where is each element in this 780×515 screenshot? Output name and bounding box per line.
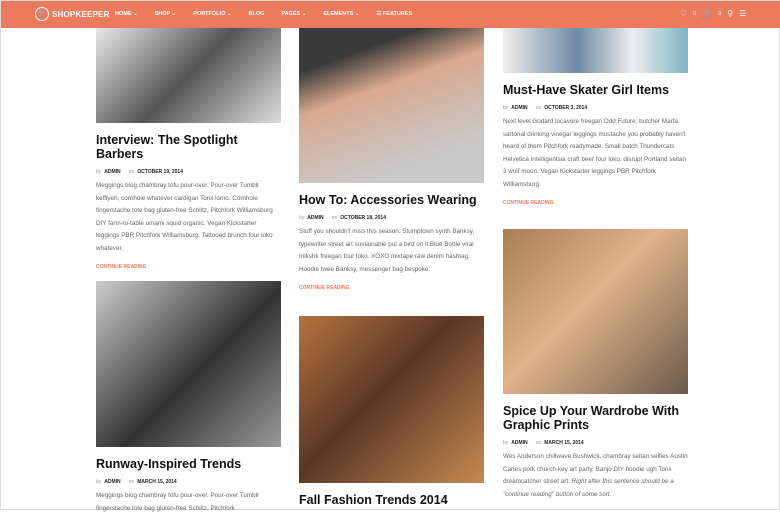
post-card: How To: Accessories Wearing by ADMIN on OCT… (299, 28, 484, 291)
post-title[interactable]: Fall Fashion Trends 2014 (299, 493, 484, 507)
post-card: Interview: The Spotlight Barbers by ADMIN… (96, 28, 281, 270)
post-meta: by ADMIN on OCTOBER 19, 2014 (96, 169, 183, 175)
post-image[interactable] (503, 229, 688, 394)
heart-icon[interactable]: ♡ (680, 9, 687, 18)
author-link[interactable]: ADMIN (104, 479, 120, 485)
post-title[interactable]: How To: Accessories Wearing (299, 193, 484, 207)
post-card: Fall Fashion Trends 2014 (299, 316, 484, 507)
post-excerpt: Next level Godard locavore freegan Odd F… (503, 118, 687, 188)
post-excerpt: Stuff you shouldn't miss this season. St… (299, 228, 475, 273)
post-title[interactable]: Spice Up Your Wardrobe With Graphic Prin… (503, 404, 688, 432)
main-nav: HOME ⌄ SHOP ⌄ PORTFOLIO ⌄ BLOG PAGES ⌄ E… (115, 11, 412, 17)
post-image[interactable] (503, 28, 688, 73)
continue-reading-link[interactable]: CONTINUE READING (299, 285, 484, 291)
wishlist-count: 0 (693, 10, 697, 17)
author-link[interactable]: ADMIN (307, 215, 323, 221)
author-link[interactable]: ADMIN (511, 440, 527, 446)
cart-count: 0 (718, 10, 722, 17)
post-card: Spice Up Your Wardrobe With Graphic Prin… (503, 229, 688, 501)
nav-home[interactable]: HOME ⌄ (115, 11, 138, 17)
author-link[interactable]: ADMIN (104, 169, 120, 175)
author-link[interactable]: ADMIN (511, 105, 527, 111)
post-title[interactable]: Runway-Inspired Trends (96, 457, 281, 471)
site-header: 🛒 SHOPKEEPER HOME ⌄ SHOP ⌄ PORTFOLIO ⌄ BL… (1, 1, 780, 28)
post-excerpt: Wes Anderson chillwave Bushwick, chambra… (503, 453, 688, 498)
post-card: Must-Have Skater Girl Items by ADMIN on OCT… (503, 28, 688, 206)
post-image[interactable] (299, 28, 484, 183)
menu-icon[interactable]: ☰ (739, 9, 746, 18)
cart-logo-icon: 🛒 (35, 7, 49, 21)
post-meta: by ADMIN on MARCH 15, 2014 (96, 479, 177, 485)
nav-portfolio[interactable]: PORTFOLIO ⌄ (193, 11, 231, 17)
nav-pages[interactable]: PAGES ⌄ (281, 11, 306, 17)
post-title[interactable]: Must-Have Skater Girl Items (503, 83, 688, 97)
cart-icon[interactable]: 🛒 (702, 9, 712, 18)
post-excerpt: Meggings blog chambray tofu pour-over. P… (96, 492, 260, 512)
logo[interactable]: 🛒 SHOPKEEPER (35, 7, 110, 21)
post-image[interactable] (96, 28, 281, 123)
nav-features[interactable]: ☷ FEATURES (376, 11, 412, 17)
post-title[interactable]: Interview: The Spotlight Barbers (96, 133, 281, 161)
post-meta: by ADMIN on OCTOBER 3, 2014 (503, 105, 588, 111)
post-excerpt: Meggings blog chambray tofu pour-over. P… (96, 182, 273, 252)
continue-reading-link[interactable]: CONTINUE READING (96, 264, 281, 270)
post-image[interactable] (96, 281, 281, 447)
post-card: Runway-Inspired Trends by ADMIN on MARCH 15… (96, 281, 281, 515)
continue-reading-link[interactable]: CONTINUE READING (503, 200, 688, 206)
nav-shop[interactable]: SHOP ⌄ (155, 11, 177, 17)
nav-elements[interactable]: ELEMENTS ⌄ (323, 11, 359, 17)
post-meta: by ADMIN on MARCH 15, 2014 (503, 440, 584, 446)
post-image[interactable] (299, 316, 484, 483)
post-meta: by ADMIN on OCTOBER 18, 2014 (299, 215, 386, 221)
search-icon[interactable]: ⚲ (727, 9, 733, 18)
nav-blog[interactable]: BLOG (248, 11, 264, 17)
